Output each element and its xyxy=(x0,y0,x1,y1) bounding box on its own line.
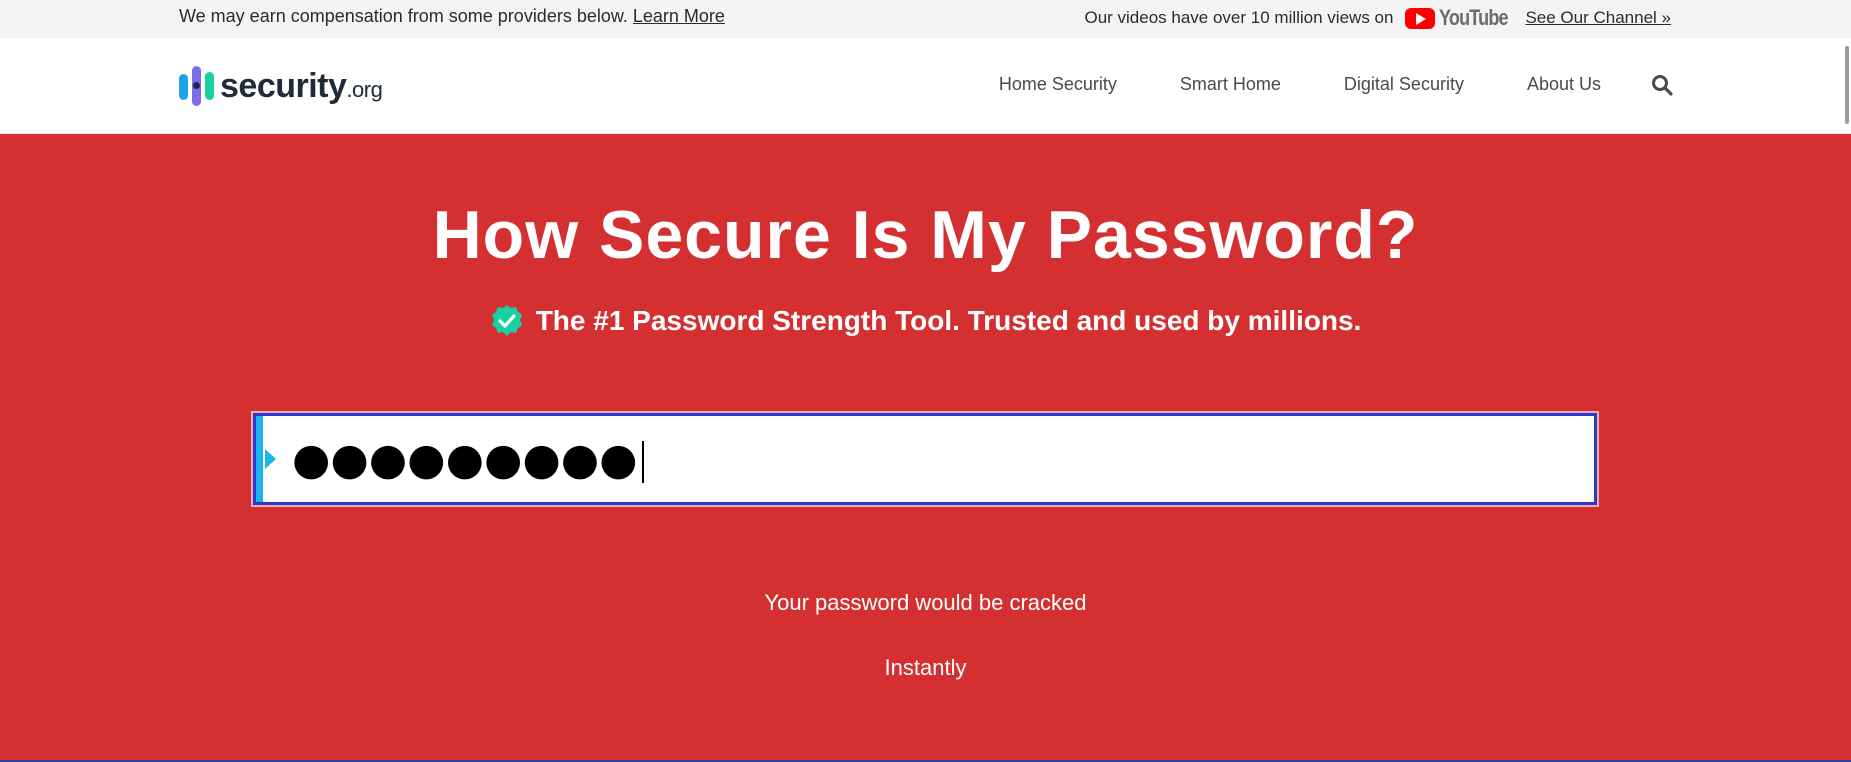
logo-wordmark: security.org xyxy=(220,66,383,105)
text-caret xyxy=(641,441,644,483)
nav-digital-security[interactable]: Digital Security xyxy=(1344,74,1464,95)
top-bar: We may earn compensation from some provi… xyxy=(0,0,1851,38)
youtube-play-icon xyxy=(1405,7,1436,29)
youtube-logo[interactable]: YouTube xyxy=(1405,5,1509,31)
crack-time-value: Instantly xyxy=(884,655,967,680)
hero-subtitle: The #1 Password Strength Tool. Trusted a… xyxy=(0,304,1851,338)
input-arrow-icon xyxy=(265,449,276,469)
affiliate-disclaimer: We may earn compensation from some provi… xyxy=(179,6,725,27)
password-value[interactable]: ●●●●●●●●● xyxy=(292,432,644,488)
search-icon[interactable] xyxy=(1651,74,1673,96)
page-title: How Secure Is My Password? xyxy=(432,197,1419,273)
videos-promo: Our videos have over 10 million views on… xyxy=(1084,5,1671,31)
masked-password: ●●●●●●●●● xyxy=(292,434,638,485)
youtube-wordmark: YouTube xyxy=(1439,5,1509,30)
disclaimer-text: We may earn compensation from some provi… xyxy=(179,6,628,26)
scrollbar-thumb[interactable] xyxy=(1845,46,1849,124)
videos-text: Our videos have over 10 million views on xyxy=(1084,8,1394,27)
subtitle-text: The #1 Password Strength Tool. Trusted a… xyxy=(535,305,1362,336)
input-accent-bar xyxy=(256,416,263,502)
nav-about-us[interactable]: About Us xyxy=(1527,74,1601,95)
site-logo[interactable]: security.org xyxy=(179,66,383,106)
verified-badge-icon xyxy=(491,305,522,336)
site-header: security.org Home Security Smart Home Di… xyxy=(0,38,1851,134)
learn-more-link[interactable]: Learn More xyxy=(633,6,725,26)
password-input[interactable]: ●●●●●●●●● xyxy=(253,413,1597,505)
see-channel-link[interactable]: See Our Channel » xyxy=(1525,8,1671,28)
nav-smart-home[interactable]: Smart Home xyxy=(1180,74,1281,95)
nav-home-security[interactable]: Home Security xyxy=(999,74,1117,95)
main-nav: Home Security Smart Home Digital Securit… xyxy=(999,74,1601,95)
page-scrollbar[interactable] xyxy=(1837,38,1851,762)
logo-mark-icon xyxy=(179,66,215,106)
crack-result-label: Your password would be cracked xyxy=(764,590,1087,615)
